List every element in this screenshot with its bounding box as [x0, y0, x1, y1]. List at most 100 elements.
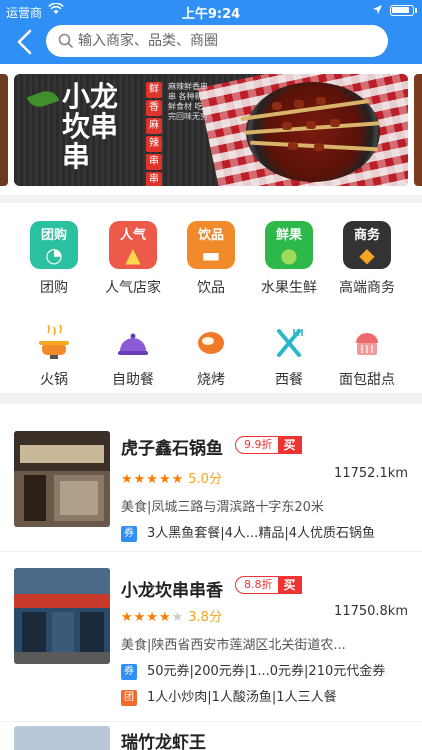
- category-label: 自助餐: [112, 372, 154, 388]
- battery-icon: [390, 5, 417, 16]
- category-label: 饮品: [197, 280, 225, 296]
- icon-caption: 团购: [40, 228, 67, 243]
- search-input[interactable]: [78, 25, 378, 57]
- category-drinks[interactable]: 饮品 ▬ 饮品: [169, 221, 253, 297]
- deal-text: 50元券|200元券|1...0元券|210元代金券: [147, 664, 386, 679]
- deal-row: 券 50元券|200元券|1...0元券|210元代金券: [121, 660, 385, 680]
- category-label: 面包甜点: [339, 372, 395, 388]
- icon-caption: 商务: [353, 228, 380, 243]
- group-tag: 团: [121, 689, 137, 706]
- western-food-icon: [277, 329, 303, 357]
- meat-graphic: [330, 119, 340, 127]
- category-bbq[interactable]: 烧烤: [169, 323, 253, 389]
- banner-next-peek: [414, 74, 422, 186]
- bbq-icon: [198, 332, 224, 354]
- merchant-thumbnail: [14, 568, 110, 664]
- banner-tag: 串: [146, 172, 162, 186]
- meat-graphic: [282, 122, 292, 130]
- merchant-item[interactable]: 小龙坎串串香 8.8折 买 ★★★★★ 3.8分 11750.8km 美食|陕西省…: [0, 552, 422, 722]
- meat-graphic: [272, 102, 282, 110]
- category-label: 烧烤: [197, 372, 225, 388]
- dessert-icon: [356, 333, 378, 355]
- icon-glyph: ●: [280, 243, 298, 267]
- category-western[interactable]: 西餐: [247, 323, 331, 389]
- clock: 上午9:24: [181, 7, 241, 22]
- meat-graphic: [288, 142, 298, 150]
- merchant-name: 瑞竹龙虾王: [121, 733, 206, 750]
- banner-tag: 麻: [146, 118, 162, 134]
- merchant-name: 虎子鑫石锅鱼: [121, 439, 223, 459]
- merchant-list: 虎子鑫石锅鱼 9.9折 买 ★★★★★ 5.0分 11752.1km 美食|凤城三…: [0, 404, 422, 750]
- category-label: 火锅: [40, 372, 68, 388]
- category-business[interactable]: 商务 ◆ 高端商务: [325, 221, 409, 297]
- category-buffet[interactable]: 自助餐: [91, 323, 175, 389]
- distance-label: 11752.1km: [334, 466, 408, 481]
- banner-tag: 香: [146, 100, 162, 116]
- category-hotpot[interactable]: 火锅: [12, 323, 96, 389]
- rating-stars: ★★★★★ 3.8分: [121, 606, 222, 625]
- drinks-icon: 饮品 ▬: [187, 221, 235, 269]
- star-empty-icon: ★: [171, 610, 185, 625]
- star-icon: ★★★★: [121, 610, 172, 625]
- category-popular[interactable]: 人气 ▲ 人气店家: [91, 221, 175, 297]
- banner-tag: 串: [146, 154, 162, 170]
- merchant-address: 美食|凤城三路与渭滨路十字东20米: [121, 500, 324, 515]
- merchant-item[interactable]: 虎子鑫石锅鱼 9.9折 买 ★★★★★ 5.0分 11752.1km 美食|凤城三…: [0, 404, 422, 552]
- category-fruit[interactable]: 鲜果 ● 水果生鲜: [247, 221, 331, 297]
- popular-icon: 人气 ▲: [109, 221, 157, 269]
- category-label: 人气店家: [105, 280, 161, 296]
- icon-caption: 人气: [119, 228, 146, 243]
- search-icon: [58, 33, 73, 48]
- category-label: 高端商务: [339, 280, 395, 296]
- rating-stars: ★★★★★ 5.0分: [121, 468, 222, 487]
- icon-glyph: ◆: [359, 243, 375, 267]
- deal-text: 3人黑鱼套餐|4人...精品|4人优质石锅鱼: [147, 526, 375, 541]
- banner-prev-peek: [0, 74, 8, 186]
- discount-badge[interactable]: 9.9折 买: [235, 436, 302, 454]
- banner-tags: 鲜 香 麻 辣 串 串: [146, 82, 162, 186]
- location-arrow-icon: [372, 4, 383, 18]
- promo-banner[interactable]: 小龙坎串串 鲜 香 麻 辣 串 串 麻辣鲜香串串 各种新鲜食材 吃完回味无穷: [14, 74, 408, 186]
- meat-graphic: [314, 143, 324, 151]
- banner-section: 小龙坎串串 鲜 香 麻 辣 串 串 麻辣鲜香串串 各种新鲜食材 吃完回味无穷: [0, 64, 422, 195]
- top-bar: 运营商 上午9:24: [0, 0, 422, 64]
- icon-glyph: ▲: [125, 243, 141, 267]
- category-label: 西餐: [275, 372, 303, 388]
- icon-glyph: ▬: [201, 243, 221, 267]
- coupon-tag: 券: [121, 663, 137, 680]
- merchant-thumbnail: [14, 431, 110, 527]
- back-button[interactable]: [14, 28, 38, 56]
- rating-score: 5.0分: [188, 472, 222, 487]
- banner-tag: 辣: [146, 136, 162, 152]
- hotpot-icon: [39, 324, 69, 359]
- search-bar[interactable]: [46, 25, 388, 57]
- category-label: 团购: [40, 280, 68, 296]
- group-buy-icon: 团购 ◔: [30, 221, 78, 269]
- deal-text: 1人小炒肉|1人酸汤鱼|1人三人餐: [147, 690, 337, 705]
- icon-caption: 鲜果: [275, 228, 302, 243]
- rating-score: 3.8分: [188, 610, 222, 625]
- icon-caption: 饮品: [197, 228, 224, 243]
- coupon-tag: 券: [121, 525, 137, 542]
- buffet-icon: [118, 333, 148, 355]
- category-label: 水果生鲜: [261, 280, 317, 296]
- merchant-item[interactable]: 瑞竹龙虾王: [0, 722, 422, 750]
- deal-row: 券 3人黑鱼套餐|4人...精品|4人优质石锅鱼: [121, 522, 375, 542]
- chevron-left-icon: [17, 29, 32, 55]
- deal-row: 团 1人小炒肉|1人酸汤鱼|1人三人餐: [121, 686, 337, 706]
- merchant-name: 小龙坎串串香: [121, 581, 223, 601]
- meat-graphic: [294, 100, 304, 108]
- icon-glyph: ◔: [45, 243, 63, 267]
- star-icon: ★★★★★: [121, 472, 185, 487]
- category-group-buy[interactable]: 团购 ◔ 团购: [12, 221, 96, 297]
- fruit-icon: 鲜果 ●: [265, 221, 313, 269]
- banner-description: 麻辣鲜香串串 各种新鲜食材 吃完回味无穷: [168, 82, 208, 121]
- banner-tag: 鲜: [146, 82, 162, 98]
- discount-badge[interactable]: 8.8折 买: [235, 576, 302, 594]
- distance-label: 11750.8km: [334, 604, 408, 619]
- meat-graphic: [316, 97, 326, 105]
- category-dessert[interactable]: 面包甜点: [325, 323, 409, 389]
- business-icon: 商务 ◆: [343, 221, 391, 269]
- buy-label: 买: [277, 576, 302, 594]
- meat-graphic: [306, 121, 316, 129]
